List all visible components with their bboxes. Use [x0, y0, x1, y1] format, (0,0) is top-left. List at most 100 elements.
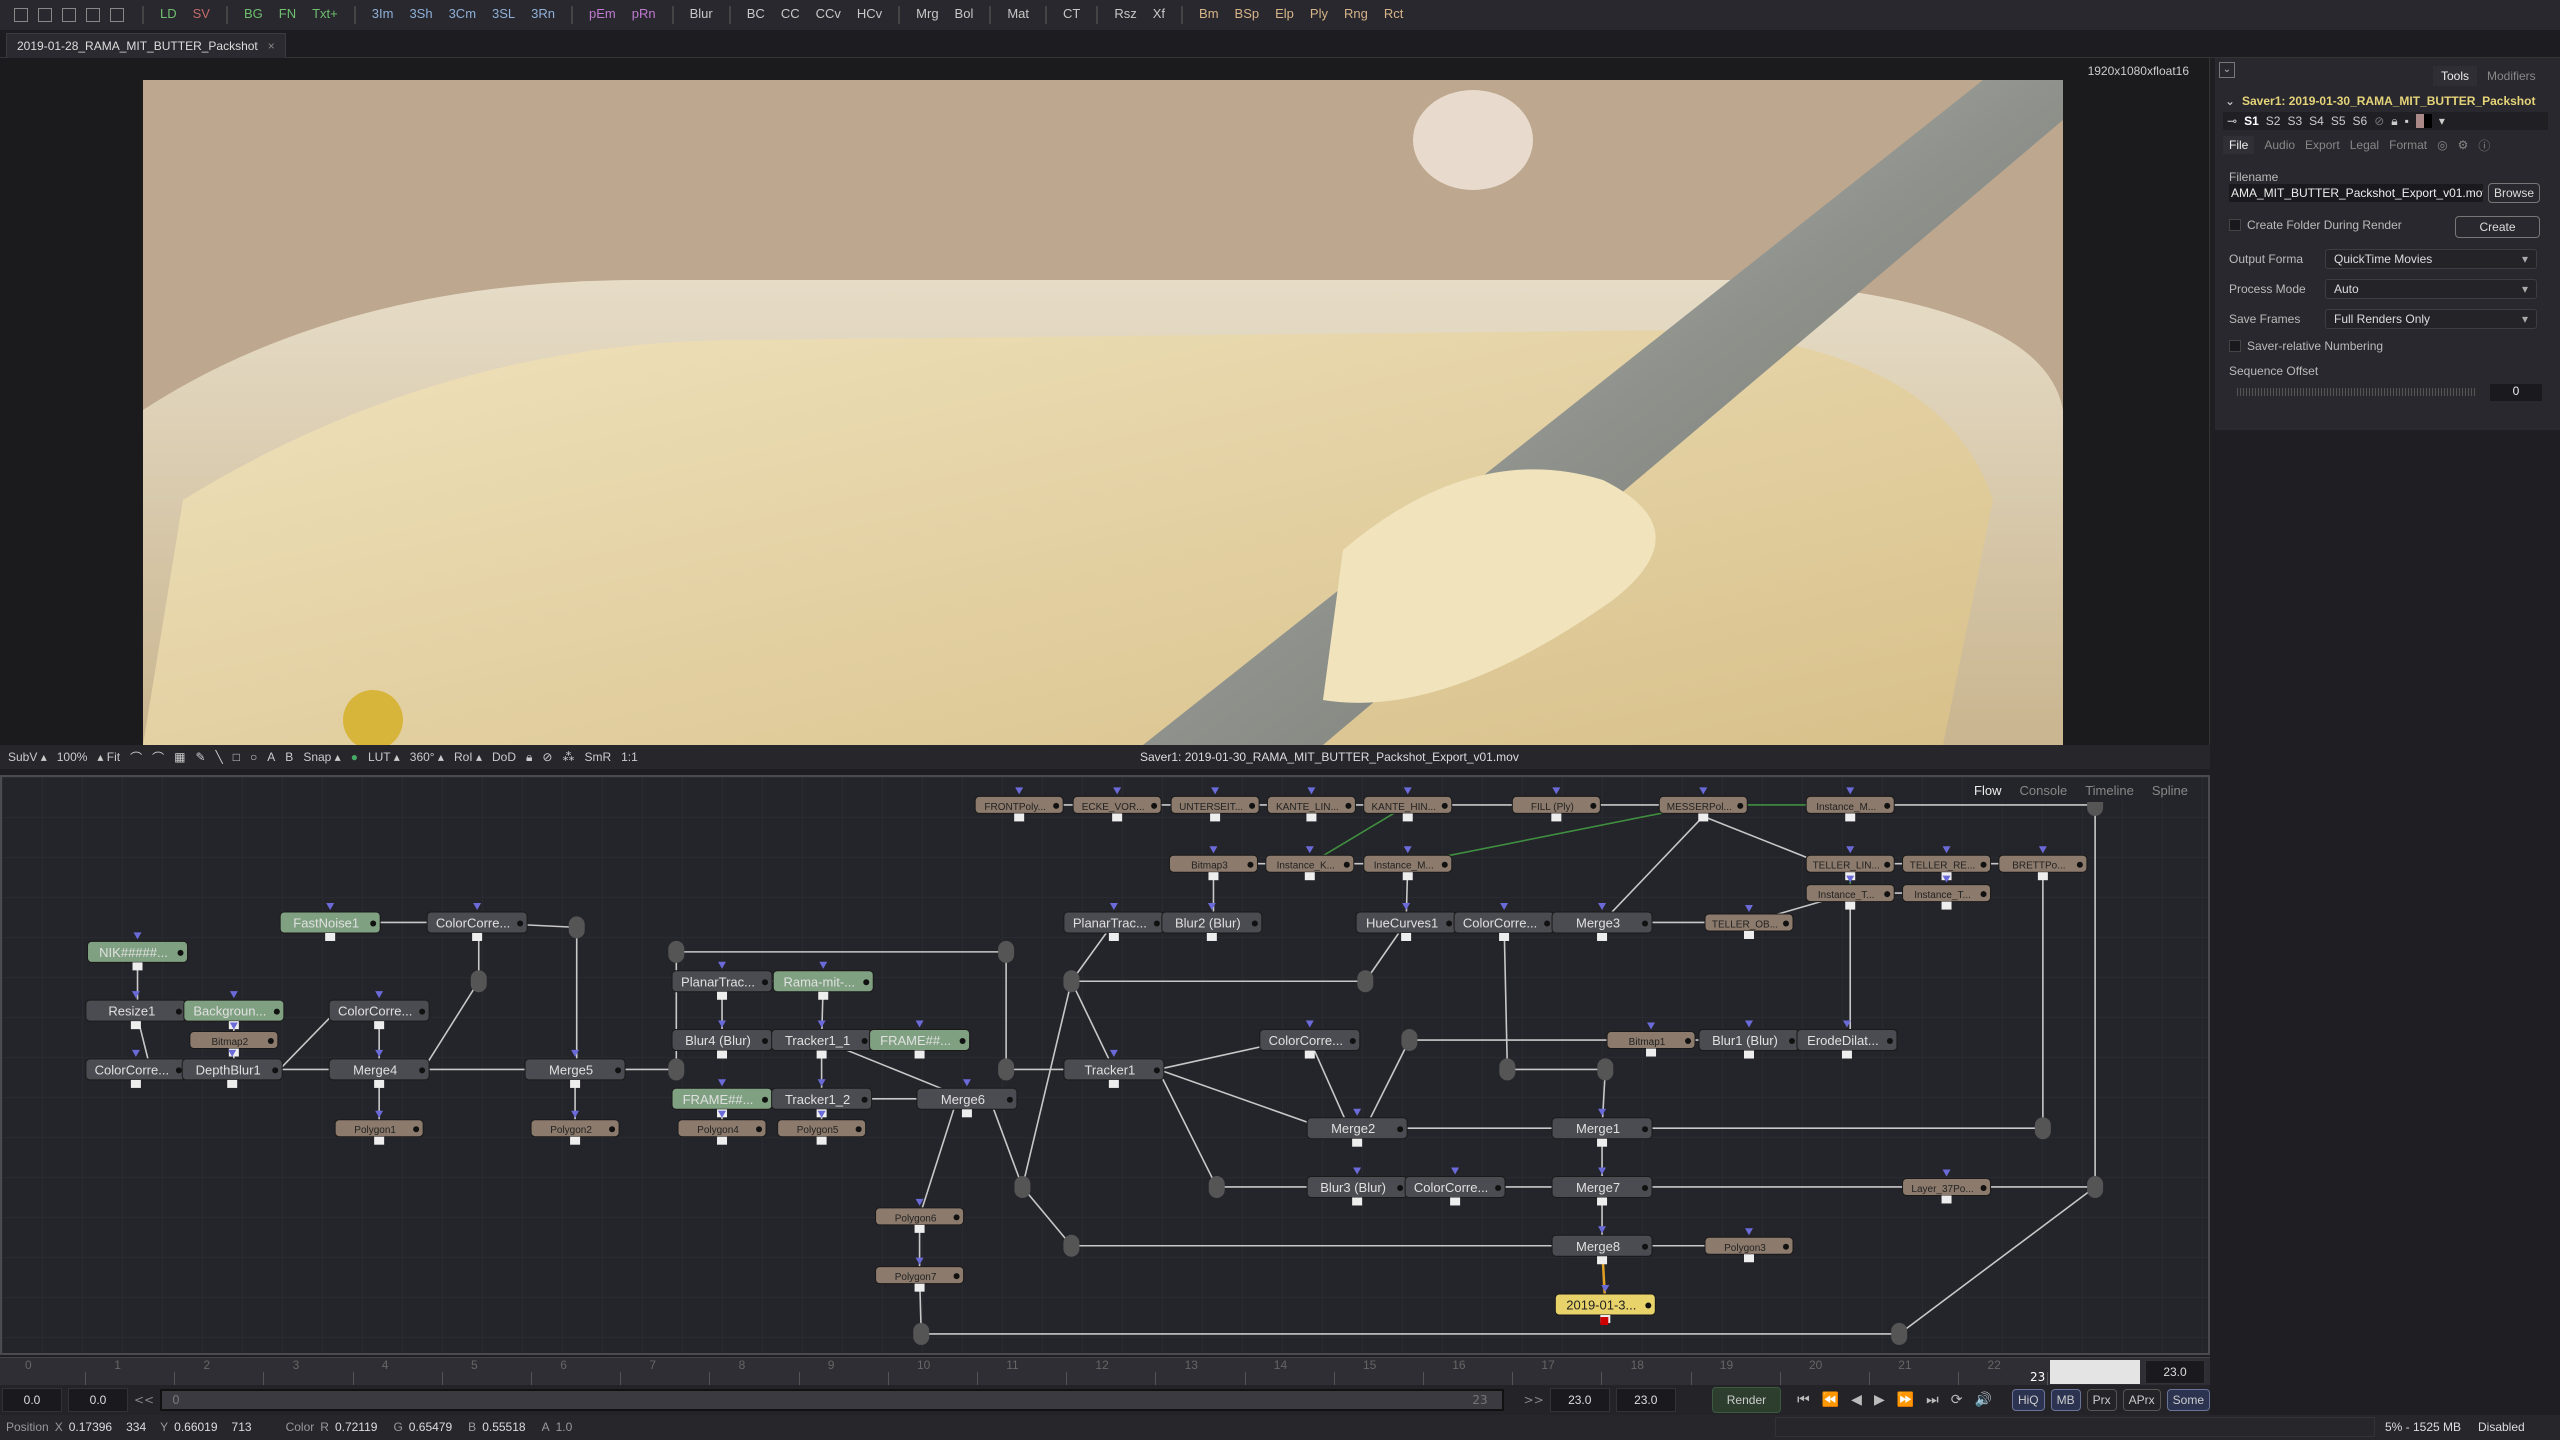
pipe-router[interactable] — [1597, 1058, 1614, 1081]
browse-button[interactable]: Browse — [2488, 183, 2540, 203]
output-port[interactable] — [570, 1136, 581, 1145]
close-icon[interactable]: × — [268, 39, 275, 53]
output-port[interactable] — [1597, 1256, 1608, 1265]
input-port[interactable] — [962, 1079, 971, 1087]
node-tool[interactable]: ColorCorre... — [1259, 1020, 1361, 1059]
node-tool[interactable]: Merge5 — [524, 1049, 626, 1088]
sequence-offset-input[interactable]: 0 — [2490, 384, 2542, 401]
output-port[interactable] — [1597, 932, 1608, 941]
timeline-ruler[interactable]: 23 23.0 0 1 2 3 4 5 6 7 8 9 10 11 12 13 14 15 16 17 18 19 20… — [0, 1357, 2210, 1385]
input-port[interactable] — [1598, 902, 1607, 910]
node-flow-editor[interactable]: NIK#####... Resize1 Backgroun... Bitmap2 Col… — [0, 775, 2210, 1355]
node-tool[interactable]: Tracker1 — [1063, 1049, 1165, 1088]
node-loader[interactable]: NIK#####... — [87, 932, 189, 971]
output-port[interactable] — [816, 1050, 827, 1059]
output-port[interactable] — [1743, 1050, 1754, 1059]
output-port[interactable] — [1306, 813, 1317, 822]
viewer-option-icon[interactable]: 🔒︎ — [526, 750, 532, 765]
output-port[interactable] — [1841, 1050, 1852, 1059]
create-folder-checkbox[interactable] — [2229, 219, 2241, 231]
toggle-hiq[interactable]: HiQ — [2011, 1389, 2045, 1411]
output-port[interactable] — [227, 1079, 238, 1088]
output-port[interactable] — [1208, 872, 1219, 881]
subtab-audio[interactable]: Audio — [2264, 138, 2295, 152]
draw-tool-icon[interactable]: ✎ — [195, 750, 205, 764]
output-port[interactable] — [130, 1021, 141, 1030]
output-port[interactable] — [717, 991, 728, 1000]
toolbar-button-ld[interactable]: LD — [152, 6, 185, 24]
node-options-icon[interactable]: ◎ — [2437, 138, 2447, 152]
layout-icon[interactable] — [86, 8, 100, 22]
output-port[interactable] — [961, 1109, 972, 1118]
pipe-router[interactable] — [2034, 1117, 2051, 1140]
process-mode-dropdown[interactable]: Auto — [2325, 279, 2537, 299]
output-port[interactable] — [1402, 872, 1413, 881]
expand-icon[interactable]: ⌄ — [2225, 94, 2235, 108]
pin-icon[interactable]: ⊸ — [2227, 114, 2237, 128]
audio-icon[interactable]: 🔊 — [1975, 1392, 1992, 1408]
current-time-field[interactable]: 23.0 — [2145, 1360, 2205, 1384]
render-end-field[interactable]: 23.0 — [1549, 1388, 1610, 1412]
node-tool[interactable]: ColorCorre... — [85, 1049, 187, 1088]
output-port[interactable] — [1206, 932, 1217, 941]
node-tool[interactable]: Merge8 — [1551, 1226, 1653, 1265]
node-tool[interactable]: PlanarTrac... — [671, 961, 773, 1000]
toolbar-button-bm[interactable]: Bm — [1191, 6, 1227, 24]
input-port[interactable] — [473, 902, 482, 910]
viewer-tool-6[interactable]: LUT ▴ — [368, 750, 400, 764]
output-port[interactable] — [1551, 813, 1562, 822]
output-port[interactable] — [1108, 932, 1119, 941]
create-folder-row[interactable]: Create Folder During Render — [2229, 218, 2402, 232]
node-mask[interactable]: KANTE_HIN... — [1363, 787, 1453, 822]
input-port[interactable] — [1305, 1020, 1314, 1028]
node-mask[interactable]: TELLER_RE... — [1902, 846, 1992, 881]
output-port[interactable] — [374, 1079, 385, 1088]
input-port[interactable] — [1451, 1167, 1460, 1175]
lock-icon[interactable]: 🔒︎ — [2391, 114, 2397, 129]
output-port[interactable] — [2037, 872, 2048, 881]
rewind-range-button[interactable]: << — [134, 1393, 154, 1407]
info-icon[interactable]: ⓘ — [2478, 137, 2490, 154]
pipe-router[interactable] — [668, 1058, 685, 1081]
node-tool[interactable]: DepthBlur1 — [181, 1049, 283, 1088]
output-port[interactable] — [717, 1136, 728, 1145]
input-port[interactable] — [1846, 846, 1855, 854]
toggle-mb[interactable]: MB — [2050, 1389, 2081, 1411]
toolbar-button-xf[interactable]: Xf — [1145, 6, 1173, 24]
output-port[interactable] — [1499, 932, 1510, 941]
toolbar-button-mat[interactable]: Mat — [999, 6, 1037, 24]
output-port[interactable] — [130, 1079, 141, 1088]
toolbar-button-bsp[interactable]: BSp — [1227, 6, 1268, 24]
input-port[interactable] — [1209, 846, 1218, 854]
input-port[interactable] — [1353, 1167, 1362, 1175]
input-port[interactable] — [1601, 1285, 1610, 1293]
input-port[interactable] — [718, 1020, 727, 1028]
tab-spline[interactable]: Spline — [2152, 783, 2188, 798]
save-frames-dropdown[interactable]: Full Renders Only — [2325, 309, 2537, 329]
toolbar-button-ccv[interactable]: CCv — [808, 6, 849, 24]
toolbar-button-rct[interactable]: Rct — [1376, 6, 1412, 24]
node-mask[interactable]: ECKE_VOR... — [1072, 787, 1162, 822]
color-swatch[interactable] — [2415, 114, 2432, 128]
node-loader[interactable]: Rama-mit-... — [772, 961, 874, 1000]
toolbar-button-3sh[interactable]: 3Sh — [401, 6, 440, 24]
output-port[interactable] — [818, 991, 829, 1000]
node-tool[interactable]: ColorCorre... — [1404, 1167, 1506, 1206]
input-port[interactable] — [571, 1049, 580, 1057]
node-mask[interactable]: Polygon1 — [334, 1110, 424, 1145]
toolbar-button-3rn[interactable]: 3Rn — [523, 6, 563, 24]
pipe-router[interactable] — [1208, 1175, 1225, 1198]
output-port[interactable] — [1304, 1050, 1315, 1059]
input-port[interactable] — [1211, 787, 1220, 795]
input-port[interactable] — [1942, 846, 1951, 854]
input-port[interactable] — [1744, 904, 1753, 912]
version-slot-s4[interactable]: S4 — [2309, 114, 2324, 128]
version-slot-s3[interactable]: S3 — [2287, 114, 2302, 128]
toggle-some[interactable]: Some — [2166, 1389, 2210, 1411]
tab-flow[interactable]: Flow — [1974, 783, 2001, 798]
pipe-router[interactable] — [1357, 970, 1374, 993]
output-port[interactable] — [914, 1283, 925, 1292]
input-port[interactable] — [1307, 787, 1316, 795]
node-loader[interactable]: FRAME##... — [869, 1020, 971, 1059]
input-port[interactable] — [817, 1020, 826, 1028]
